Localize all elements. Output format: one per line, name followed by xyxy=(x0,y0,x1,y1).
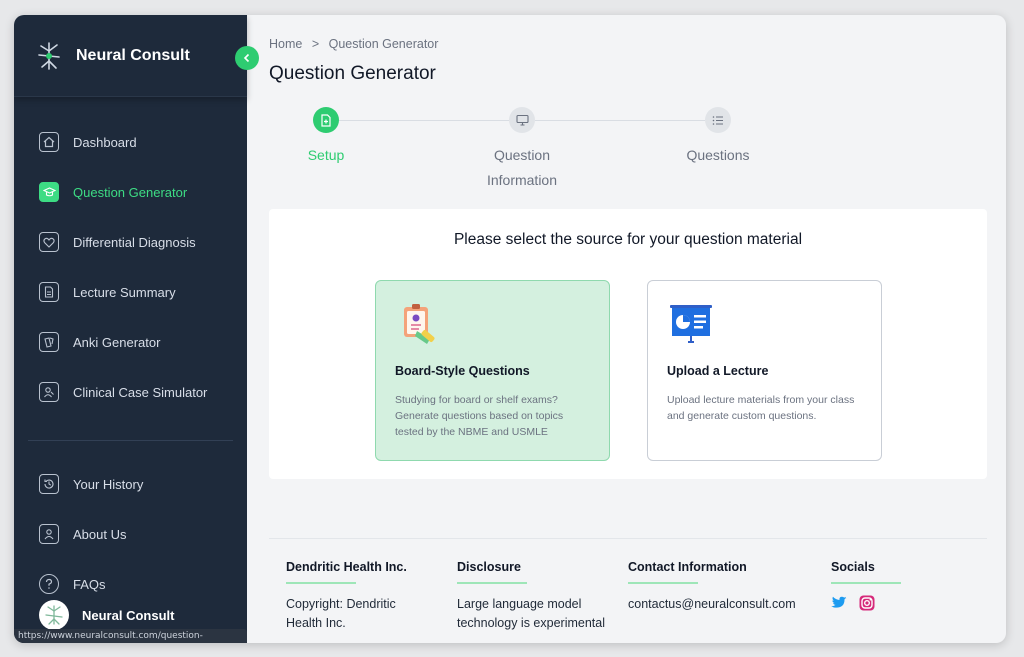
step-question-information-label[interactable]: Question Information xyxy=(462,143,582,193)
chevron-left-icon xyxy=(243,53,250,63)
board-style-questions-card[interactable]: Board-Style Questions Studying for board… xyxy=(375,280,610,461)
contact-email-link[interactable]: contactus@neuralconsult.com xyxy=(628,595,828,614)
nav-label: Differential Diagnosis xyxy=(73,234,196,250)
nav-item-lecture-summary[interactable]: Lecture Summary xyxy=(14,267,247,317)
page-title: Question Generator xyxy=(269,63,436,84)
app-window: Neural Consult Dashboard Question Genera… xyxy=(14,15,1006,643)
step-question-information-dot[interactable] xyxy=(509,107,535,133)
footer-socials: Socials xyxy=(831,560,931,611)
presentation-board-icon xyxy=(670,305,712,343)
card-title: Board-Style Questions xyxy=(395,364,530,378)
neuron-avatar-icon xyxy=(45,605,63,625)
clipboard-illustration-icon xyxy=(404,304,435,344)
people-icon xyxy=(39,524,59,544)
footer-underline xyxy=(286,582,356,584)
nav-label: Question Generator xyxy=(73,184,188,200)
avatar xyxy=(39,600,69,630)
upload-lecture-card[interactable]: Upload a Lecture Upload lecture material… xyxy=(647,280,882,461)
document-plus-icon xyxy=(321,113,331,127)
nav-label: Lecture Summary xyxy=(73,284,176,300)
nav-label: Anki Generator xyxy=(73,334,161,350)
footer-divider xyxy=(269,538,987,539)
user-name: Neural Consult xyxy=(82,607,175,623)
footer-contact: Contact Information contactus@neuralcons… xyxy=(628,560,828,614)
breadcrumb: Home > Question Generator xyxy=(269,37,444,51)
graduation-cap-icon xyxy=(39,182,59,202)
footer-company: Dendritic Health Inc. Copyright: Dendrit… xyxy=(286,560,431,633)
heart-icon xyxy=(39,232,59,252)
footer-heading: Disclosure xyxy=(457,560,521,574)
nav-label: Your History xyxy=(73,476,144,492)
step-connector xyxy=(339,120,509,121)
step-questions-label[interactable]: Questions xyxy=(668,143,768,168)
brand-name: Neural Consult xyxy=(76,46,190,64)
main-content: Home > Question Generator Question Gener… xyxy=(247,15,1006,643)
source-selection-panel: Please select the source for your questi… xyxy=(269,209,987,479)
brand[interactable]: Neural Consult xyxy=(14,15,247,97)
collapse-sidebar-button[interactable] xyxy=(235,46,259,70)
step-label-line: Information xyxy=(486,172,558,188)
main-nav: Dashboard Question Generator Differentia… xyxy=(14,97,247,609)
instagram-icon[interactable] xyxy=(859,595,875,611)
disclosure-text: Large language model technology is exper… xyxy=(457,597,605,630)
footer-underline xyxy=(628,582,698,584)
card-description: Studying for board or shelf exams? Gener… xyxy=(395,394,564,438)
breadcrumb-current: Question Generator xyxy=(328,37,439,51)
sidebar: Neural Consult Dashboard Question Genera… xyxy=(14,15,247,643)
user-case-icon xyxy=(39,382,59,402)
status-bar-url: https://www.neuralconsult.com/question-g… xyxy=(14,629,247,643)
nav-item-question-generator[interactable]: Question Generator xyxy=(14,167,247,217)
card-title: Upload a Lecture xyxy=(667,364,769,378)
step-connector xyxy=(535,120,705,121)
nav-label: Dashboard xyxy=(73,134,137,150)
social-links xyxy=(831,595,931,611)
nav-item-about-us[interactable]: About Us xyxy=(14,509,247,559)
step-setup-dot[interactable] xyxy=(313,107,339,133)
stepper: Setup Question Information Questions xyxy=(247,107,1006,197)
step-setup-label[interactable]: Setup xyxy=(286,143,366,168)
card-description: Upload lecture materials from your class… xyxy=(667,394,855,422)
twitter-icon[interactable] xyxy=(831,596,847,610)
step-label-line: Question xyxy=(493,147,551,163)
nav-label: Clinical Case Simulator xyxy=(73,384,208,400)
nav-divider xyxy=(28,440,233,441)
copyright-text: Copyright: Dendritic Health Inc. xyxy=(286,597,396,630)
home-icon xyxy=(39,132,59,152)
cards-icon xyxy=(39,332,59,352)
footer-underline xyxy=(831,582,901,584)
breadcrumb-home[interactable]: Home xyxy=(269,37,302,51)
nav-label: About Us xyxy=(73,526,127,542)
question-icon xyxy=(39,574,59,594)
nav-item-clinical-case-simulator[interactable]: Clinical Case Simulator xyxy=(14,367,247,417)
step-questions-dot[interactable] xyxy=(705,107,731,133)
user-profile[interactable]: Neural Consult xyxy=(39,600,174,630)
footer-underline xyxy=(457,582,527,584)
nav-item-differential-diagnosis[interactable]: Differential Diagnosis xyxy=(14,217,247,267)
footer-heading: Contact Information xyxy=(628,560,747,574)
panel-title: Please select the source for your questi… xyxy=(453,231,803,248)
nav-item-your-history[interactable]: Your History xyxy=(14,459,247,509)
footer-disclosure: Disclosure Large language model technolo… xyxy=(457,560,607,633)
footer-heading: Socials xyxy=(831,560,875,574)
breadcrumb-separator: > xyxy=(311,37,320,51)
history-icon xyxy=(39,474,59,494)
monitor-icon xyxy=(515,114,529,126)
list-icon xyxy=(712,115,723,125)
footer-heading: Dendritic Health Inc. xyxy=(286,560,407,574)
nav-item-dashboard[interactable]: Dashboard xyxy=(14,117,247,167)
document-icon xyxy=(39,282,59,302)
nav-item-anki-generator[interactable]: Anki Generator xyxy=(14,317,247,367)
nav-label: FAQs xyxy=(73,576,106,592)
neuron-logo-icon xyxy=(38,41,60,70)
